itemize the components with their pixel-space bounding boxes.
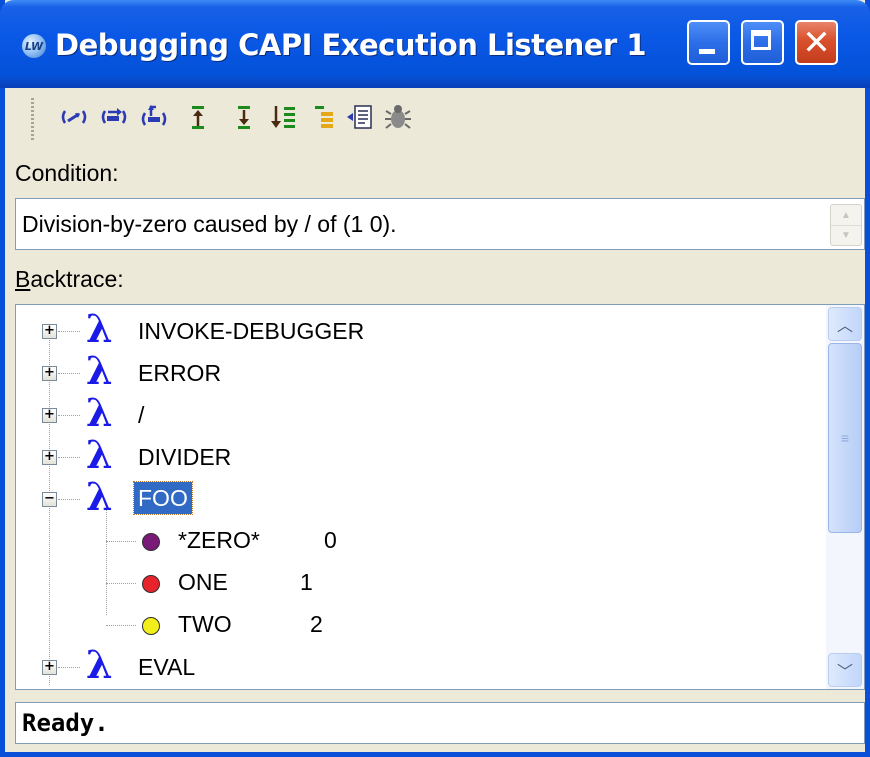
- collapse-icon[interactable]: −: [42, 492, 57, 507]
- frame-row-divider[interactable]: + λ DIVIDER: [16, 432, 816, 477]
- window-title: Debugging CAPI Execution Listener 1: [55, 28, 647, 62]
- backtrace-tree[interactable]: + λ INVOKE-DEBUGGER + λ ERROR + λ / + λ …: [15, 304, 865, 690]
- tree-connector: [58, 667, 80, 668]
- lambda-icon: λ: [86, 474, 113, 519]
- close-icon: ✕: [802, 22, 831, 63]
- frame-name[interactable]: EVAL: [138, 654, 195, 681]
- frame-row-eval[interactable]: + λ EVAL: [16, 642, 816, 687]
- backtrace-scrollbar[interactable]: ︿ ≡ ﹀: [826, 305, 864, 689]
- frame-row-error[interactable]: + λ ERROR: [16, 348, 816, 393]
- expand-icon[interactable]: +: [42, 450, 57, 465]
- scroll-up-button[interactable]: ︿: [828, 307, 862, 341]
- previous-frame-icon: [192, 106, 204, 129]
- variable-row-two[interactable]: TWO 2: [16, 605, 816, 645]
- variable-row-zero[interactable]: *ZERO* 0: [16, 521, 816, 561]
- close-button[interactable]: ✕: [795, 20, 838, 65]
- condition-field[interactable]: Division-by-zero caused by / of (1 0). ▲…: [15, 198, 865, 250]
- abort-icon: [141, 105, 167, 126]
- variable-name: ONE: [178, 569, 228, 595]
- maximize-button[interactable]: [741, 20, 784, 65]
- tree-connector: [58, 457, 80, 458]
- backtrace-label-text: acktrace:: [30, 266, 124, 292]
- chevron-up-icon: ︿: [836, 316, 853, 335]
- tree-connector: [58, 373, 80, 374]
- frame-name-selected[interactable]: FOO: [133, 481, 193, 515]
- condition-text: Division-by-zero caused by / of (1 0).: [22, 211, 397, 237]
- title-bar[interactable]: LW Debugging CAPI Execution Listener 1 ✕: [0, 0, 870, 88]
- expand-icon[interactable]: +: [42, 408, 57, 423]
- variable-value: 1: [300, 569, 313, 595]
- backtrace-label-accelerator: B: [15, 266, 31, 292]
- expand-icon[interactable]: +: [42, 366, 57, 381]
- condition-scroll-down-icon[interactable]: ▼: [831, 225, 861, 245]
- find-source-icon: [347, 105, 372, 129]
- minimize-icon: [699, 49, 715, 54]
- continue-button[interactable]: [59, 102, 89, 132]
- variable-dot-icon: [142, 617, 160, 635]
- continue-icon: [61, 110, 87, 124]
- bug-icon: [385, 105, 411, 129]
- frame-row-invoke-debugger[interactable]: + λ INVOKE-DEBUGGER: [16, 306, 816, 351]
- frame-name[interactable]: ERROR: [138, 360, 221, 387]
- backtrace-label: Backtrace:: [15, 266, 124, 293]
- variable-row-one[interactable]: ONE 1: [16, 563, 816, 603]
- condition-label: Condition:: [15, 160, 119, 186]
- lambda-icon: λ: [86, 348, 113, 393]
- maximize-icon: [751, 30, 771, 50]
- tree-connector: [58, 499, 80, 500]
- variable-name: *ZERO*: [178, 527, 260, 553]
- lambda-icon: λ: [86, 432, 113, 477]
- tree-connector: [106, 583, 136, 584]
- tree-connector: [58, 331, 80, 332]
- debug-button[interactable]: [383, 102, 413, 132]
- tree-connector: [58, 415, 80, 416]
- debugger-window: LW Debugging CAPI Execution Listener 1 ✕: [0, 0, 870, 757]
- tree-connector: [106, 541, 136, 542]
- variable-value: 0: [324, 527, 337, 553]
- lambda-icon: λ: [86, 642, 113, 687]
- frame-row-slash[interactable]: + λ /: [16, 390, 816, 435]
- grip-icon: ≡: [840, 430, 850, 446]
- next-frame-icon: [238, 106, 250, 129]
- bottom-frame-button[interactable]: [269, 102, 299, 132]
- expand-icon[interactable]: +: [42, 324, 57, 339]
- toolbar: [5, 88, 865, 150]
- top-frame-icon: [315, 106, 333, 128]
- previous-frame-button[interactable]: [183, 102, 213, 132]
- chevron-down-icon: ﹀: [836, 662, 853, 681]
- status-bar: Ready.: [15, 702, 865, 744]
- frame-name[interactable]: /: [138, 402, 144, 429]
- variable-dot-icon: [142, 533, 160, 551]
- expand-icon[interactable]: +: [42, 660, 57, 675]
- lambda-icon: λ: [86, 306, 113, 351]
- next-frame-button[interactable]: [229, 102, 259, 132]
- variable-dot-icon: [142, 575, 160, 593]
- lispworks-app-icon[interactable]: LW: [22, 34, 46, 58]
- variable-name: TWO: [178, 611, 232, 637]
- condition-scrollbar[interactable]: ▲ ▼: [830, 204, 862, 246]
- scroll-thumb[interactable]: ≡: [828, 343, 862, 533]
- abort-button[interactable]: [139, 102, 169, 132]
- scroll-down-button[interactable]: ﹀: [828, 653, 862, 687]
- status-text: Ready.: [22, 709, 109, 737]
- frame-name[interactable]: INVOKE-DEBUGGER: [138, 318, 364, 345]
- condition-scroll-up-icon[interactable]: ▲: [831, 205, 861, 226]
- lambda-icon: λ: [86, 390, 113, 435]
- restart-button[interactable]: [99, 102, 129, 132]
- frame-name[interactable]: DIVIDER: [138, 444, 231, 471]
- bottom-frame-icon: [271, 106, 295, 128]
- tree-connector: [106, 625, 136, 626]
- restart-icon: [101, 108, 127, 124]
- find-source-button[interactable]: [345, 102, 375, 132]
- top-frame-button[interactable]: [309, 102, 339, 132]
- toolbar-grip[interactable]: [31, 98, 34, 142]
- minimize-button[interactable]: [687, 20, 730, 65]
- frame-row-foo[interactable]: − λ FOO: [16, 474, 816, 519]
- variable-value: 2: [310, 611, 323, 637]
